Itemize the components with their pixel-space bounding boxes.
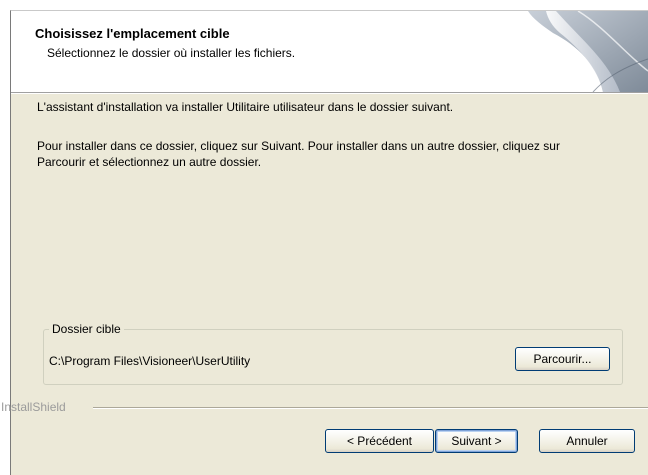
page-title: Choisissez l'emplacement cible (35, 26, 230, 41)
back-button[interactable]: < Précédent (325, 429, 434, 453)
page-subtitle: Sélectionnez le dossier où installer les… (47, 46, 296, 60)
installshield-brand: InstallShield (1, 400, 66, 414)
page-curl-icon (528, 11, 648, 92)
destination-folder-label: Dossier cible (49, 322, 124, 336)
next-button[interactable]: Suivant > (435, 429, 518, 453)
intro-text: L'assistant d'installation va installer … (37, 100, 454, 114)
cancel-button[interactable]: Annuler (539, 429, 635, 453)
wizard-header: Choisissez l'emplacement cible Sélection… (11, 11, 648, 93)
footer-separator (93, 407, 648, 409)
header-separator (11, 93, 648, 94)
destination-path: C:\Program Files\Visioneer\UserUtility (49, 354, 251, 368)
browse-button[interactable]: Parcourir... (515, 347, 610, 371)
instruction-text: Pour installer dans ce dossier, cliquez … (37, 139, 560, 169)
installer-window: Choisissez l'emplacement cible Sélection… (1, 10, 648, 475)
